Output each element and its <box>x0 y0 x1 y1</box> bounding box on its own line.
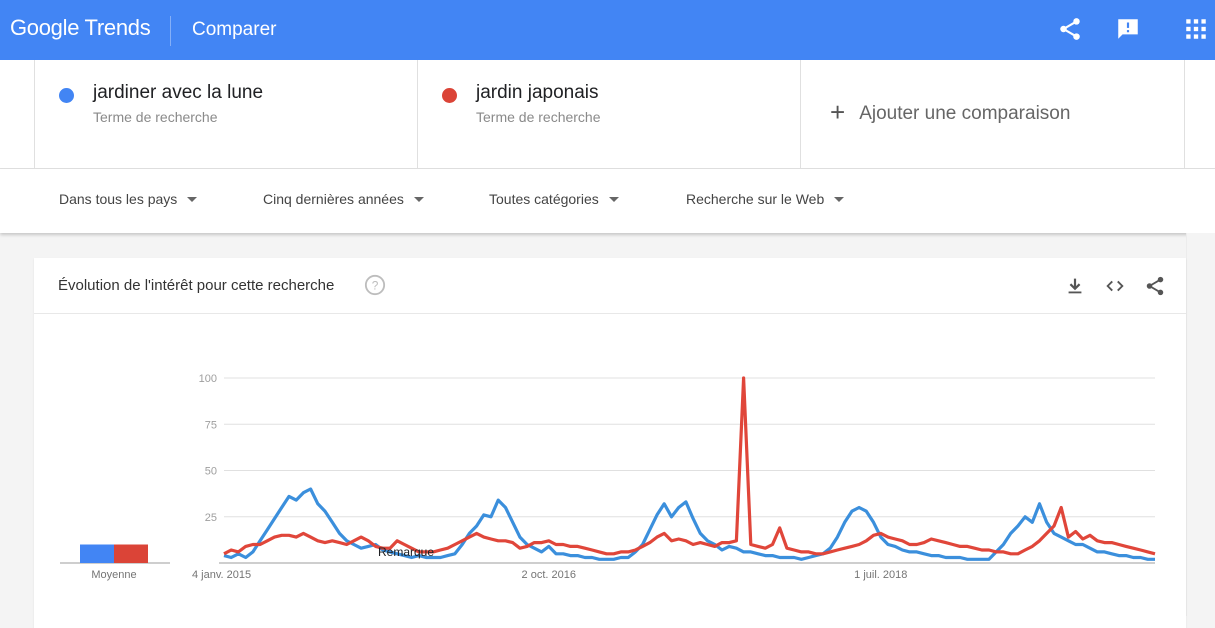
interest-chart: 25 50 75 100 4 janv. 2015 2 oct. 2016 1 juil. … <box>60 373 1156 581</box>
y-tick-label: 25 <box>205 512 217 524</box>
y-tick-label: 100 <box>199 373 217 385</box>
y-tick-label: 50 <box>205 466 217 478</box>
x-tick-label: 4 janv. 2015 <box>192 569 251 581</box>
x-tick-label: 2 oct. 2016 <box>522 569 576 581</box>
average-label: Moyenne <box>91 569 136 581</box>
series-line-1 <box>223 487 1155 561</box>
x-tick-label: 1 juil. 2018 <box>854 569 907 581</box>
average-bar <box>114 544 148 563</box>
average-bar <box>80 544 114 563</box>
annotation-note: Remarque <box>378 545 434 559</box>
y-tick-label: 75 <box>205 419 217 431</box>
